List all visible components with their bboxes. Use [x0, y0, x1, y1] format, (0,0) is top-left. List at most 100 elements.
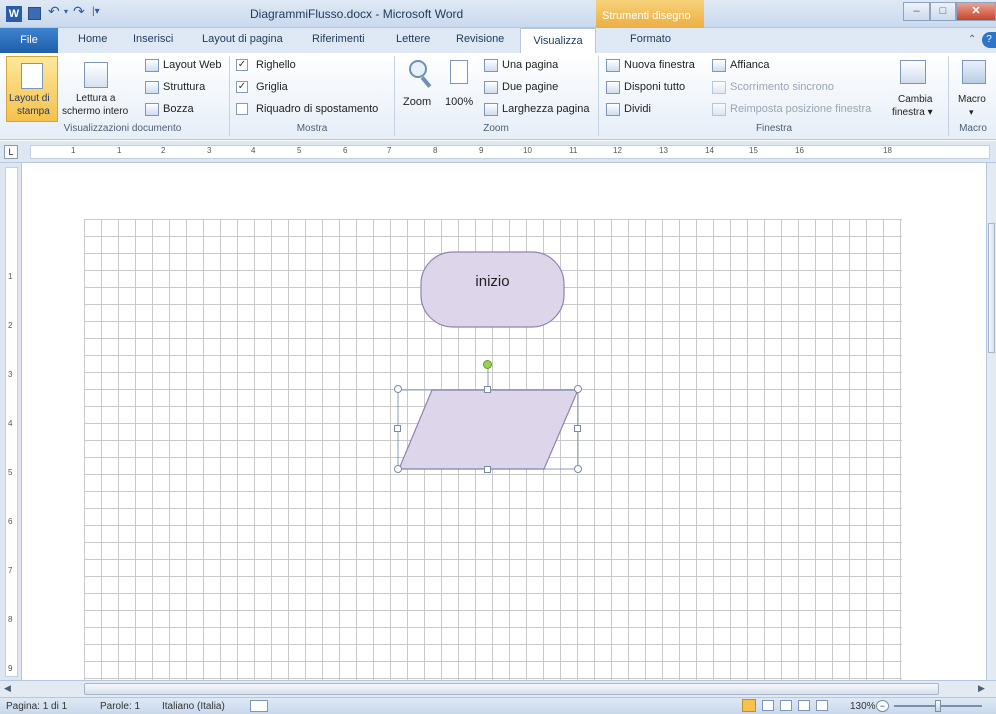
resize-handle-bottom-right[interactable]: [574, 465, 582, 473]
resize-handle-top-left[interactable]: [394, 385, 402, 393]
larghezza-pagina-button[interactable]: Larghezza pagina: [502, 103, 589, 115]
horizontal-scrollbar[interactable]: ◀ ▶: [0, 680, 996, 697]
ruler-number: 15: [749, 146, 758, 155]
undo-icon[interactable]: ↶: [48, 3, 60, 20]
macro-dropdown-icon: ▾: [969, 107, 974, 117]
zoom-button[interactable]: Zoom: [400, 56, 436, 120]
tab-file[interactable]: File: [0, 28, 58, 53]
tab-selector-icon[interactable]: L: [4, 145, 18, 159]
rotation-handle[interactable]: [483, 360, 492, 369]
macro-button[interactable]: Macro ▾: [952, 56, 994, 120]
resize-handle-right[interactable]: [574, 425, 581, 432]
horizontal-ruler[interactable]: L 1 1 2 3 4 5 6 7 8 9 10 11 12 13 14 15 16 18: [0, 141, 996, 163]
resize-handle-top-right[interactable]: [574, 385, 582, 393]
dividi-icon: [606, 103, 620, 116]
quick-access-customize-icon[interactable]: |▾: [92, 6, 100, 17]
zoom-100-button[interactable]: 100%: [440, 56, 476, 120]
ruler-number: 1: [71, 146, 76, 155]
ruler-number: 1: [117, 146, 122, 155]
struttura-button[interactable]: Struttura: [163, 81, 205, 93]
help-icon[interactable]: ?: [982, 32, 996, 48]
ruler-number: 3: [207, 146, 212, 155]
layout-di-stampa-label-2: stampa: [17, 106, 50, 117]
minimize-button[interactable]: –: [903, 2, 930, 21]
redo-icon[interactable]: ↷: [73, 3, 85, 20]
riquadro-spostamento-label: Riquadro di spostamento: [256, 103, 379, 115]
word-icon[interactable]: W: [6, 6, 22, 22]
tab-inserisci[interactable]: Inserisci: [133, 33, 173, 45]
ribbon-separator: [948, 56, 949, 136]
print-layout-icon: [21, 63, 43, 89]
tab-home[interactable]: Home: [78, 33, 107, 45]
nuova-finestra-button[interactable]: Nuova finestra: [624, 59, 695, 71]
input-parallelogram-shape[interactable]: [398, 389, 579, 470]
status-language[interactable]: Italiano (Italia): [162, 701, 225, 712]
affianca-button[interactable]: Affianca: [730, 59, 770, 71]
ribbon-tabs: File Home Inserisci Layout di pagina Rif…: [0, 28, 996, 54]
maximize-button[interactable]: □: [930, 2, 956, 21]
dividi-button[interactable]: Dividi: [624, 103, 651, 115]
macro-record-icon[interactable]: [250, 700, 268, 712]
web-layout-view-icon[interactable]: [780, 700, 792, 711]
scorrimento-sincrono-button[interactable]: Scorrimento sincrono: [730, 81, 834, 93]
status-page-count[interactable]: Pagina: 1 di 1: [6, 701, 67, 712]
save-icon[interactable]: [28, 7, 41, 20]
zoom-out-icon[interactable]: −: [876, 700, 889, 712]
zoom-slider-thumb[interactable]: [935, 700, 941, 712]
tab-revisione[interactable]: Revisione: [456, 33, 504, 45]
status-word-count[interactable]: Parole: 1: [100, 701, 140, 712]
resize-handle-top[interactable]: [484, 386, 491, 393]
riquadro-spostamento-checkbox[interactable]: [236, 103, 248, 115]
layout-web-icon: [145, 59, 159, 72]
layout-web-button[interactable]: Layout Web: [163, 59, 222, 71]
griglia-checkbox[interactable]: ✓: [236, 81, 248, 93]
document-page[interactable]: inizio: [22, 163, 986, 681]
disponi-tutto-button[interactable]: Disponi tutto: [624, 81, 685, 93]
nuova-finestra-icon: [606, 59, 620, 72]
due-pagine-button[interactable]: Due pagine: [502, 81, 558, 93]
ribbon-collapse-icon[interactable]: ⌃: [968, 34, 976, 45]
horizontal-scroll-thumb[interactable]: [84, 683, 939, 695]
tab-riferimenti[interactable]: Riferimenti: [312, 33, 365, 45]
draft-view-icon[interactable]: [816, 700, 828, 711]
start-label: inizio: [475, 273, 510, 290]
bozza-button[interactable]: Bozza: [163, 103, 194, 115]
print-layout-view-icon[interactable]: [742, 699, 756, 712]
cambia-finestra-button[interactable]: Cambia finestra ▾: [886, 56, 942, 120]
outline-view-icon[interactable]: [798, 700, 810, 711]
group-label-finestra: Finestra: [755, 123, 793, 134]
vruler-number: 3: [8, 370, 13, 379]
zoom-level[interactable]: 130%: [850, 701, 876, 712]
page-100-icon: [450, 60, 468, 84]
vertical-scroll-thumb[interactable]: [988, 223, 995, 353]
righello-checkbox[interactable]: ✓: [236, 59, 248, 71]
ribbon: Layout di stampa Lettura a schermo inter…: [0, 53, 996, 140]
lettura-schermo-intero-button[interactable]: Lettura a schermo intero: [62, 56, 128, 122]
vertical-ruler[interactable]: 1 2 3 4 5 6 7 8 9: [0, 163, 22, 680]
vruler-number: 2: [8, 321, 13, 330]
layout-di-stampa-button[interactable]: Layout di stampa: [6, 56, 58, 122]
vruler-number: 6: [8, 517, 13, 526]
reimposta-posizione-button[interactable]: Reimposta posizione finestra: [730, 103, 871, 115]
full-screen-view-icon[interactable]: [762, 700, 774, 711]
ruler-number: 12: [613, 146, 622, 155]
vruler-number: 4: [8, 419, 13, 428]
resize-handle-bottom-left[interactable]: [394, 465, 402, 473]
tab-lettere[interactable]: Lettere: [396, 33, 430, 45]
vertical-scrollbar[interactable]: [986, 163, 996, 680]
resize-handle-left[interactable]: [394, 425, 401, 432]
status-bar: Pagina: 1 di 1 Parole: 1 Italiano (Itali…: [0, 697, 996, 714]
ruler-number: 9: [479, 146, 484, 155]
ruler-number: 16: [795, 146, 804, 155]
una-pagina-button[interactable]: Una pagina: [502, 59, 558, 71]
vruler-number: 8: [8, 615, 13, 624]
undo-dropdown-icon[interactable]: ▾: [64, 7, 68, 16]
tab-layout-pagina[interactable]: Layout di pagina: [202, 33, 283, 45]
close-button[interactable]: ✕: [956, 2, 996, 21]
ribbon-separator: [598, 56, 599, 136]
resize-handle-bottom[interactable]: [484, 466, 491, 473]
scroll-left-arrow-icon[interactable]: ◀: [4, 683, 11, 694]
tab-formato[interactable]: Formato: [630, 33, 671, 45]
scroll-right-arrow-icon[interactable]: ▶: [978, 683, 985, 694]
tab-visualizza[interactable]: Visualizza: [520, 28, 596, 54]
